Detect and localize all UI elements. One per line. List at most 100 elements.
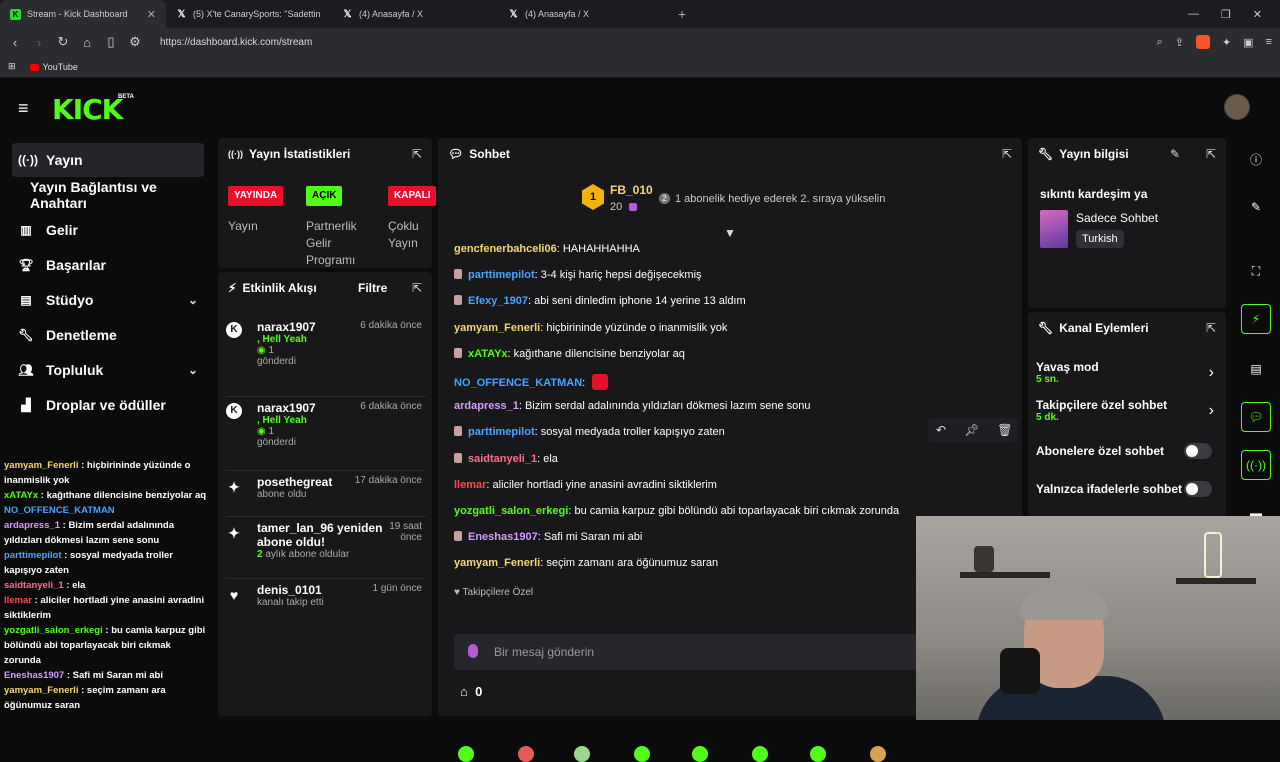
chat-username[interactable]: gencfenerbahceli06 — [454, 243, 557, 255]
emote-icon[interactable] — [634, 746, 650, 762]
sidebar-item-denetleme[interactable]: 🔧︎ Denetleme — [12, 318, 204, 352]
url-field[interactable]: https://dashboard.kick.com/stream — [160, 37, 1147, 48]
browser-tab[interactable]: K Stream - Kick Dashboard ✕ — [0, 0, 166, 28]
close-icon[interactable]: ✕ — [147, 8, 156, 21]
emote-icon[interactable] — [692, 746, 708, 762]
new-tab-icon[interactable]: + — [678, 6, 686, 22]
kicks-counter[interactable]: ⌂ 0 — [460, 684, 482, 699]
chat-username[interactable]: yamyam_Fenerli — [454, 557, 540, 569]
sidebar-item-yayin[interactable]: ((·)) Yayın — [12, 143, 204, 177]
chat-input[interactable]: Bir mesaj gönderin — [454, 634, 954, 670]
browser-tab[interactable]: 𝕏 (5) X'te CanarySports: "Sadettin S — [166, 0, 332, 28]
chat-text: bu camia karpuz gibi bölündü abi toparla… — [574, 505, 900, 517]
back-icon[interactable]: ‹ — [8, 35, 22, 50]
sidebar-item-basarilar[interactable]: 🏆︎ Başarılar — [12, 248, 204, 282]
chat-username[interactable]: yamyam_Fenerli — [454, 322, 540, 334]
chat-username[interactable]: ardapress_1 — [4, 520, 60, 531]
site-settings-icon[interactable]: ⚙ — [128, 34, 142, 50]
chat-username[interactable]: yozgatli_salon_erkegi — [454, 505, 568, 517]
slow-mode-setting[interactable]: Yavaş mod 5 sn. — [1036, 360, 1099, 385]
chat-username[interactable]: parttimepilot — [468, 269, 535, 281]
leader-name[interactable]: FB_010 — [610, 183, 653, 197]
browser-tab[interactable]: 𝕏 (4) Anasayfa / X — [498, 0, 664, 28]
popout-icon[interactable]: ⇱ — [412, 281, 422, 295]
mic-icon[interactable] — [468, 644, 478, 658]
forward-icon[interactable]: › — [32, 35, 46, 50]
chat-username[interactable]: Efexy_1907 — [468, 295, 528, 307]
emote-icon[interactable] — [574, 746, 590, 762]
sidebar-item-studyo[interactable]: ▤ Stüdyo ⌄ — [12, 283, 204, 317]
chat-username[interactable]: xATAYx — [468, 348, 508, 360]
chat-text: Safi mi Saran mi abi — [543, 531, 643, 543]
emote-icon[interactable] — [870, 746, 886, 762]
emote-icon[interactable] — [810, 746, 826, 762]
minimize-icon[interactable]: — — [1188, 8, 1199, 20]
category-name[interactable]: Sadece Sohbet — [1076, 211, 1158, 225]
document-icon[interactable]: ▤ — [1241, 354, 1271, 384]
chat-username[interactable]: Eneshas1907 — [468, 531, 538, 543]
chat-username[interactable]: parttimepilot — [468, 426, 535, 438]
chat-username[interactable]: llemar — [4, 595, 32, 606]
chat-username[interactable]: llemar — [454, 479, 486, 491]
emote-icon[interactable] — [752, 746, 768, 762]
sidebar-toggle-icon[interactable]: ▣ — [1243, 36, 1253, 49]
reload-icon[interactable]: ↻ — [56, 34, 70, 50]
zoom-icon[interactable]: ⌕ — [1157, 36, 1163, 49]
chat-username[interactable]: NO_OFFENCE_KATMAN — [4, 505, 115, 516]
pin-icon[interactable]: 📌︎ — [964, 423, 979, 437]
emote-icon[interactable] — [458, 746, 474, 762]
filter-button[interactable]: Filtre — [358, 281, 387, 295]
event-user[interactable]: tamer_lan_96 yeniden abone oldu! — [257, 521, 386, 549]
sidebar-item-droplar[interactable]: ▟ Droplar ve ödüller — [12, 388, 204, 422]
broadcast-icon[interactable]: ((·)) — [1241, 450, 1271, 480]
browser-tab[interactable]: 𝕏 (4) Anasayfa / X — [332, 0, 498, 28]
chat-username[interactable]: NO_OFFENCE_KATMAN — [454, 377, 582, 389]
kick-icon: K — [226, 403, 242, 419]
edit-icon[interactable]: ✎ — [1170, 147, 1180, 161]
chat-username[interactable]: saidtanyeli_1 — [468, 453, 537, 465]
home-icon[interactable]: ⌂ — [80, 35, 94, 50]
emote-icon[interactable] — [518, 746, 534, 762]
chat-username[interactable]: yamyam_Fenerli — [4, 460, 78, 471]
avatar[interactable] — [1224, 94, 1250, 120]
trash-icon[interactable]: 🗑︎ — [997, 423, 1012, 437]
menu-icon[interactable]: ≡ — [1266, 36, 1272, 48]
chat-username[interactable]: saidtanyeli_1 — [4, 580, 64, 591]
maximize-icon[interactable]: ❐ — [1221, 8, 1231, 21]
edit-icon[interactable]: ✎ — [1241, 192, 1271, 222]
info-icon[interactable]: ⓘ — [1241, 144, 1271, 174]
subscribers-only-toggle[interactable] — [1184, 443, 1212, 459]
chat-username[interactable]: xATAYx — [4, 490, 38, 501]
bookmark-icon[interactable]: ▯ — [104, 34, 118, 50]
close-window-icon[interactable]: ✕ — [1253, 8, 1262, 21]
sidebar-item-stream-key[interactable]: Yayın Bağlantısı ve Anahtarı — [12, 178, 204, 212]
popout-icon[interactable]: ⇱ — [1206, 147, 1216, 161]
kick-logo[interactable]: KICK — [52, 93, 123, 126]
chevron-right-icon[interactable]: › — [1209, 364, 1214, 382]
chat-username[interactable]: Eneshas1907 — [4, 670, 64, 681]
brave-shield-icon[interactable] — [1195, 35, 1210, 49]
chat-username[interactable]: yamyam_Fenerli — [4, 685, 78, 696]
extensions-icon[interactable]: ✦ — [1222, 36, 1231, 49]
popout-icon[interactable]: ⇱ — [1206, 321, 1216, 335]
pinned-toggle-icon[interactable]: ▼ — [724, 226, 736, 240]
share-icon[interactable]: ⇪ — [1175, 36, 1184, 49]
reply-icon[interactable]: ↶ — [936, 423, 946, 437]
popout-icon[interactable]: ⇱ — [1002, 147, 1012, 161]
emote-only-toggle[interactable] — [1184, 481, 1212, 497]
capture-icon[interactable]: ⛶ — [1241, 256, 1271, 286]
lightning-icon[interactable]: ⚡︎ — [1241, 304, 1271, 334]
chat-bubble-icon[interactable]: 💬︎ — [1241, 402, 1271, 432]
bookmark-youtube[interactable]: YouTube — [29, 62, 78, 72]
hamburger-menu-icon[interactable]: ≡ — [18, 98, 29, 119]
followers-only-setting[interactable]: Takipçilere özel sohbet 5 dk. — [1036, 398, 1167, 423]
popout-icon[interactable]: ⇱ — [412, 147, 422, 161]
apps-grid-icon[interactable]: ⊞ — [8, 61, 16, 72]
chat-username[interactable]: parttimepilot — [4, 550, 62, 561]
chevron-right-icon[interactable]: › — [1209, 402, 1214, 420]
chat-username[interactable]: yozgatli_salon_erkegi — [4, 625, 103, 636]
sidebar-item-gelir[interactable]: ▥ Gelir — [12, 213, 204, 247]
chart-icon: ▥ — [20, 223, 32, 237]
chat-username[interactable]: ardapress_1 — [454, 400, 519, 412]
sidebar-item-topluluk[interactable]: 👥︎ Topluluk ⌄ — [12, 353, 204, 387]
